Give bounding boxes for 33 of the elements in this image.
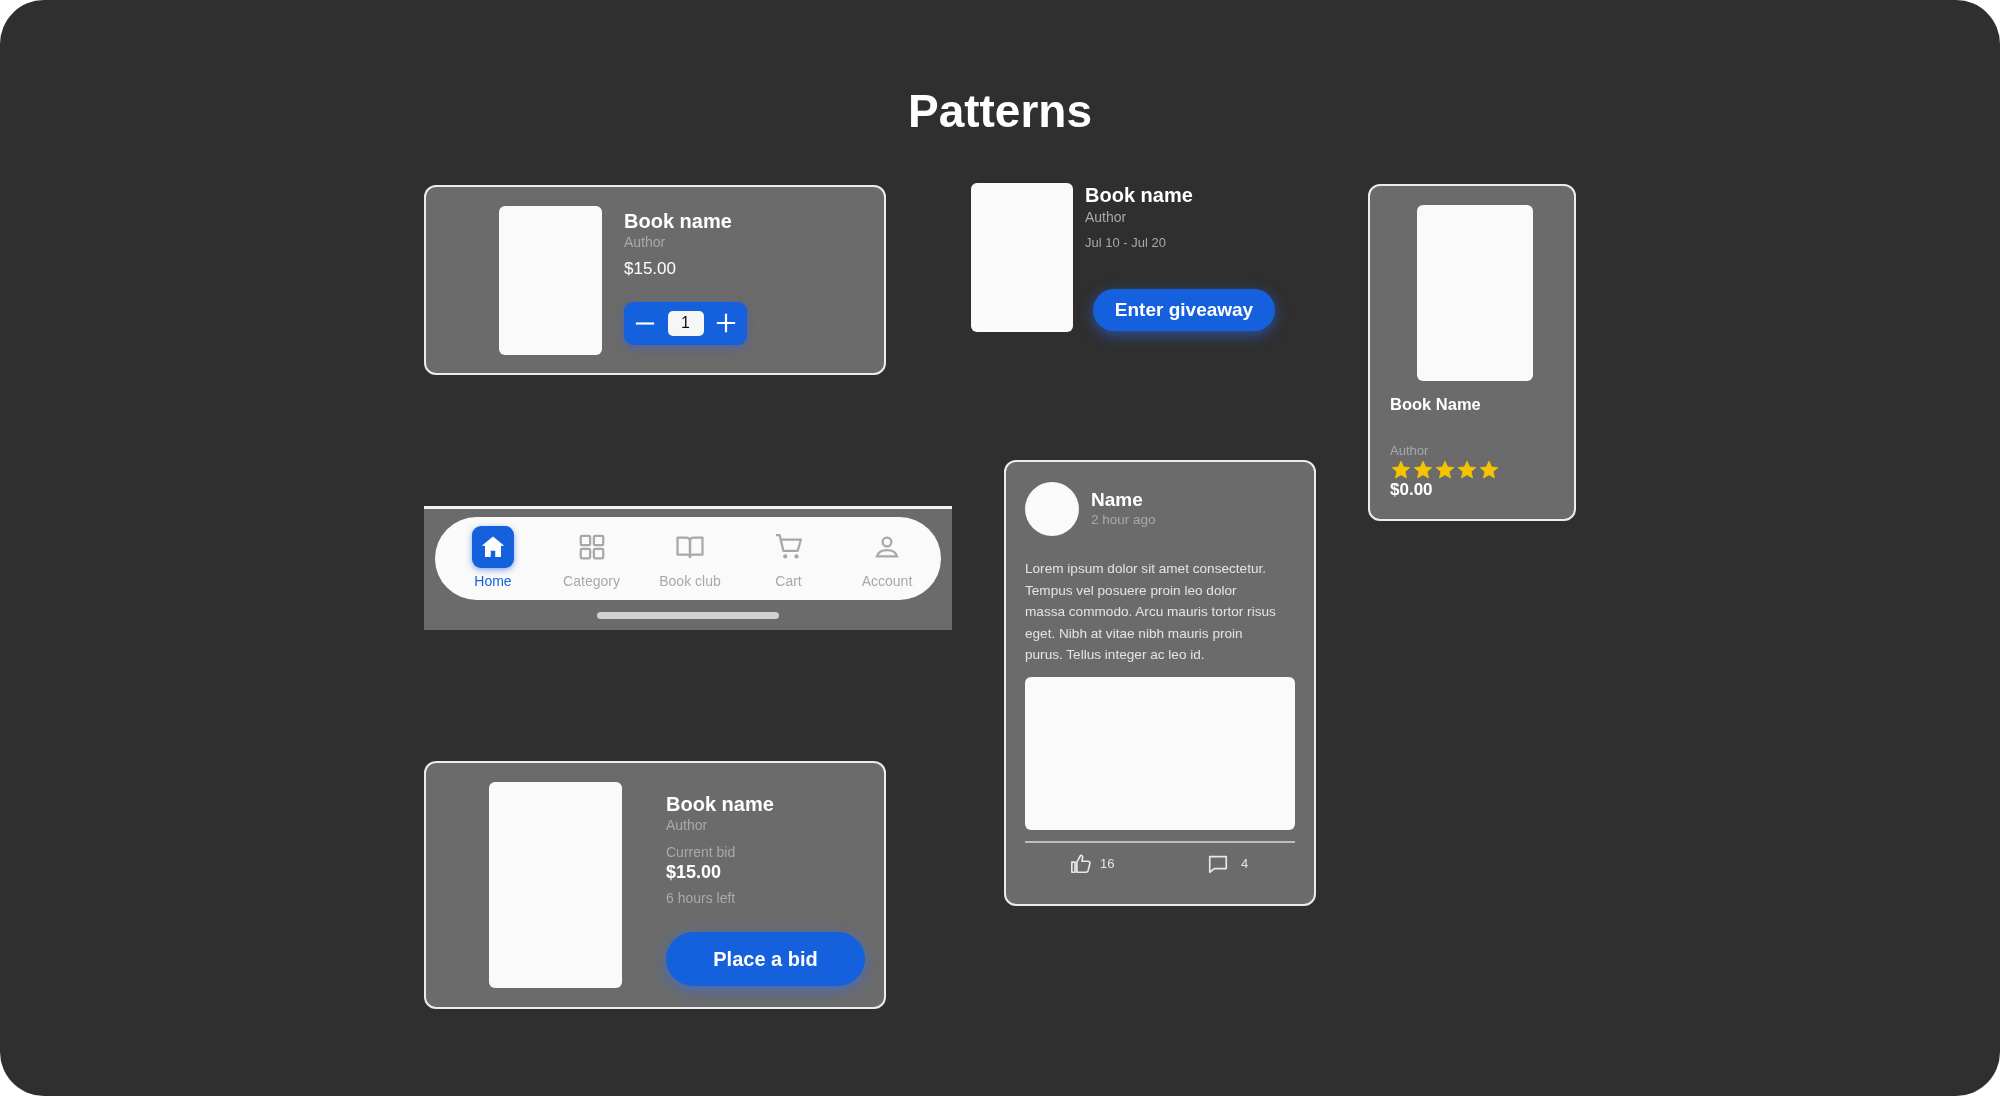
post-time: 2 hour ago bbox=[1091, 511, 1156, 529]
book-title: Book name bbox=[1085, 183, 1193, 207]
page-title: Patterns bbox=[906, 84, 1094, 139]
date-range-text: Jul 10 - Jul 20 bbox=[1085, 234, 1166, 252]
like-count: 16 bbox=[1100, 855, 1115, 874]
star-icon bbox=[1412, 459, 1434, 480]
minus-icon bbox=[634, 321, 656, 325]
time-left-text: 6 hours left bbox=[666, 889, 736, 907]
star-icon bbox=[1390, 459, 1412, 480]
author-text: Author bbox=[624, 233, 666, 251]
nav-tab[interactable]: Home bbox=[449, 525, 537, 592]
star-icon bbox=[1434, 459, 1456, 480]
book-title: Book Name bbox=[1390, 394, 1481, 415]
post-text: Lorem ipsum dolor sit amet consectetur. Tempus vel posuere proin leo dolor massa commodo. Arcu mauris tortor risus eget. Nibh at vitae nibh mauris proin purus. Tellus integer ac leo id. bbox=[1025, 560, 1277, 665]
bid-amount: $15.00 bbox=[666, 861, 722, 883]
star-icon bbox=[1478, 459, 1500, 480]
plus-icon bbox=[715, 312, 737, 334]
place-bid-button[interactable]: Place a bid bbox=[666, 932, 865, 986]
book-title: Book name bbox=[624, 209, 732, 233]
author-text: Author bbox=[1390, 441, 1429, 460]
author-text: Author bbox=[666, 816, 708, 834]
book-title: Book name bbox=[666, 792, 774, 816]
user-name: Name bbox=[1091, 489, 1144, 511]
author-text: Author bbox=[1085, 208, 1127, 226]
comment-count: 4 bbox=[1241, 855, 1249, 874]
giveaway-button[interactable]: Enter giveaway bbox=[1093, 289, 1275, 331]
avatar bbox=[1025, 482, 1079, 536]
price-text: $0.00 bbox=[1390, 479, 1433, 500]
star-icon bbox=[1456, 459, 1478, 480]
price-text: $15.00 bbox=[624, 258, 676, 280]
quantity-field[interactable]: 1 bbox=[667, 310, 704, 336]
bid-label: Current bid bbox=[666, 843, 736, 861]
thumbs-up-icon[interactable] bbox=[1070, 852, 1092, 875]
